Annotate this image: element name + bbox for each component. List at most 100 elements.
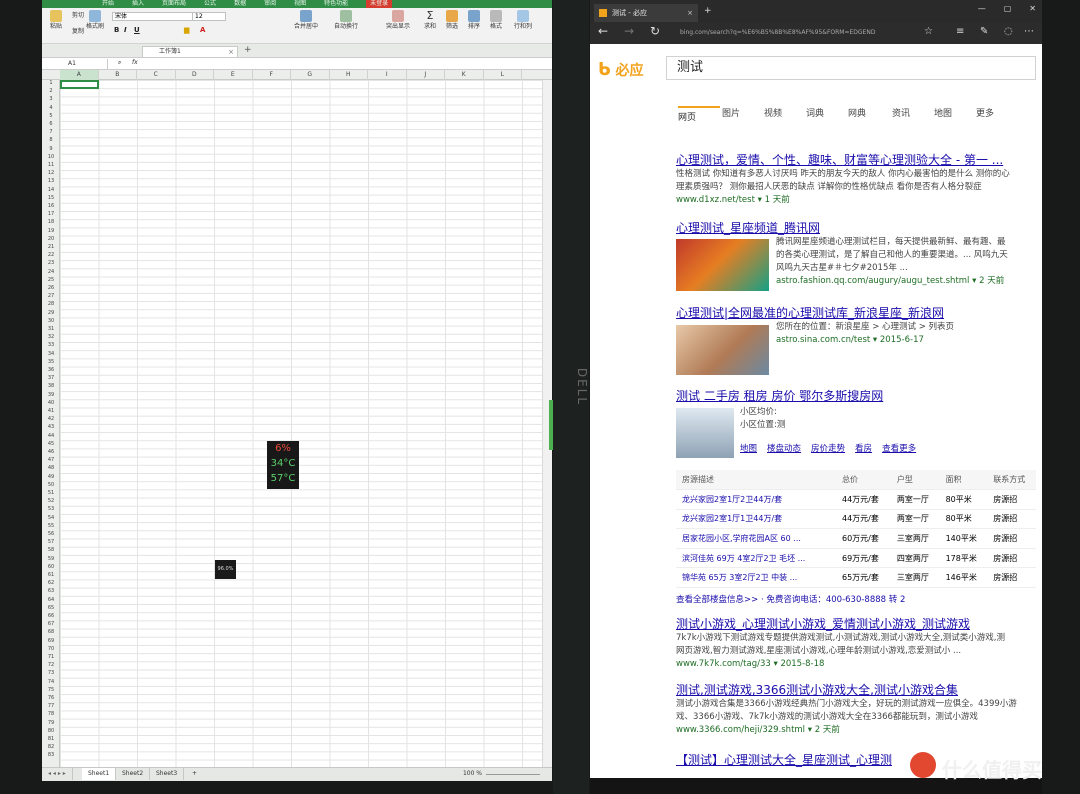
table-cell-link[interactable]: 龙兴家园2室1厅1卫44万/套 [676, 509, 836, 530]
format-button[interactable]: 格式 [490, 10, 502, 30]
row-header[interactable]: 82 [42, 744, 60, 750]
close-tab-icon[interactable]: × [687, 4, 693, 22]
row-header[interactable]: 39 [42, 392, 60, 398]
row-header[interactable]: 16 [42, 203, 60, 209]
row-header[interactable]: 66 [42, 613, 60, 619]
result-thumbnail[interactable] [676, 239, 769, 291]
column-header[interactable]: F [253, 70, 291, 80]
row-header[interactable]: 58 [42, 547, 60, 553]
row-header[interactable]: 78 [42, 711, 60, 717]
table-cell-link[interactable]: 锦华苑 65万 3室2厅2卫 中装 ... [676, 567, 836, 589]
column-header[interactable]: H [330, 70, 368, 80]
note-icon[interactable]: ✎ [980, 26, 988, 37]
row-header[interactable]: 29 [42, 310, 60, 316]
housing-link[interactable]: 房价走势 [811, 442, 845, 454]
bold-button[interactable]: B [114, 26, 119, 34]
housing-link[interactable]: 楼盘动态 [767, 442, 801, 454]
login-button[interactable]: 未登录 [366, 0, 393, 8]
hub-icon[interactable]: ≡ [956, 26, 964, 37]
row-header[interactable]: 34 [42, 351, 60, 357]
sheet-tab[interactable]: Sheet1 [82, 768, 117, 780]
housing-link[interactable]: 地图 [740, 442, 757, 454]
row-header[interactable]: 6 [42, 121, 60, 127]
name-box[interactable]: A1 [56, 59, 108, 69]
row-header[interactable]: 18 [42, 219, 60, 225]
browser-tab[interactable]: 测试 - 必应 × [594, 4, 698, 22]
row-header[interactable]: 33 [42, 342, 60, 348]
row-header[interactable]: 28 [42, 301, 60, 307]
row-header[interactable]: 83 [42, 752, 60, 758]
fx-icon[interactable]: fx [132, 59, 138, 66]
housing-footer[interactable]: 查看全部楼盘信息>> · 免费咨询电话：400-630-8888 转 2 [676, 594, 1036, 607]
row-header[interactable]: 67 [42, 621, 60, 627]
favorite-star-icon[interactable]: ☆ [924, 26, 933, 37]
filter-button[interactable]: 筛选 [446, 10, 458, 30]
column-header[interactable]: L [484, 70, 522, 80]
row-header[interactable]: 17 [42, 211, 60, 217]
table-cell-link[interactable]: 滨河佳苑 69万 4室2厅2卫 毛坯 ... [676, 548, 836, 569]
result-title[interactable]: 心理测试，爱情、个性、趣味、财富等心理测验大全 - 第一 ... [676, 152, 1036, 168]
merge-button[interactable]: 合并居中 [294, 10, 318, 30]
row-header[interactable]: 10 [42, 154, 60, 160]
splitter-handle[interactable] [549, 400, 553, 450]
row-header[interactable]: 13 [42, 178, 60, 184]
row-header[interactable]: 21 [42, 244, 60, 250]
format-painter-button[interactable]: 格式刷 [86, 10, 104, 30]
result-url[interactable]: astro.fashion.qq.com/augury/augu_test.sh… [776, 275, 1036, 287]
italic-button[interactable]: I [124, 26, 127, 34]
row-header[interactable]: 23 [42, 260, 60, 266]
forward-icon[interactable]: → [624, 24, 634, 38]
row-header[interactable]: 71 [42, 654, 60, 660]
row-header[interactable]: 42 [42, 416, 60, 422]
row-header[interactable]: 12 [42, 170, 60, 176]
housing-link[interactable]: 查看更多 [882, 442, 916, 454]
scope-tab-video[interactable]: 视频 [764, 106, 806, 119]
row-header[interactable]: 41 [42, 408, 60, 414]
row-header[interactable]: 59 [42, 556, 60, 562]
ribbon-tab[interactable]: 视图 [294, 0, 306, 8]
result-title[interactable]: 心理测试_星座频道_腾讯网 [676, 220, 1036, 236]
row-header[interactable]: 57 [42, 539, 60, 545]
row-header[interactable]: 48 [42, 465, 60, 471]
column-header[interactable]: I [368, 70, 407, 80]
sheet-nav-arrows[interactable]: ◂ ◂ ▸ ▸ [42, 768, 73, 780]
font-color-button[interactable]: A [200, 26, 205, 34]
result-url[interactable]: astro.sina.com.cn/test ▾ 2015-6-17 [776, 334, 1036, 346]
copy-button[interactable]: 复制 [72, 28, 84, 35]
close-icon[interactable]: × [228, 47, 234, 57]
row-header[interactable]: 74 [42, 679, 60, 685]
row-header[interactable]: 38 [42, 383, 60, 389]
row-header[interactable]: 22 [42, 252, 60, 258]
active-cell[interactable] [60, 80, 99, 89]
column-header[interactable]: K [445, 70, 484, 80]
row-header[interactable]: 4 [42, 105, 60, 111]
more-icon[interactable]: ⋯ [1024, 26, 1034, 37]
row-header[interactable]: 81 [42, 736, 60, 742]
result-thumbnail[interactable] [676, 325, 769, 375]
minimize-icon[interactable]: — [978, 4, 986, 13]
row-header[interactable]: 64 [42, 597, 60, 603]
row-header[interactable]: 2 [42, 88, 60, 94]
cell-grid[interactable] [60, 80, 542, 767]
ribbon-tab[interactable]: 审阅 [264, 0, 276, 8]
row-header[interactable]: 56 [42, 531, 60, 537]
scope-tab-web[interactable]: 网页 [678, 106, 720, 123]
row-header[interactable]: 53 [42, 506, 60, 512]
sheet-tab[interactable]: Sheet3 [150, 768, 185, 780]
sheet-tab[interactable]: Sheet2 [116, 768, 151, 780]
ribbon-tab[interactable]: 特色功能 [324, 0, 348, 8]
refresh-icon[interactable]: ↻ [650, 24, 660, 38]
row-header[interactable]: 1 [42, 80, 60, 86]
row-header[interactable]: 52 [42, 498, 60, 504]
result-url[interactable]: www.3366.com/heji/329.shtml ▾ 2 天前 [676, 724, 1036, 736]
row-header[interactable]: 80 [42, 728, 60, 734]
paste-button[interactable]: 粘贴 [50, 10, 62, 30]
cut-button[interactable]: 剪切 [72, 12, 84, 19]
result-title[interactable]: 测试小游戏_心理测试小游戏_爱情测试小游戏_测试游戏 [676, 616, 1036, 632]
row-header[interactable]: 45 [42, 441, 60, 447]
row-header[interactable]: 11 [42, 162, 60, 168]
row-header[interactable]: 20 [42, 236, 60, 242]
row-header[interactable]: 31 [42, 326, 60, 332]
row-header[interactable]: 43 [42, 424, 60, 430]
scope-tab-wiki[interactable]: 网典 [848, 106, 890, 119]
